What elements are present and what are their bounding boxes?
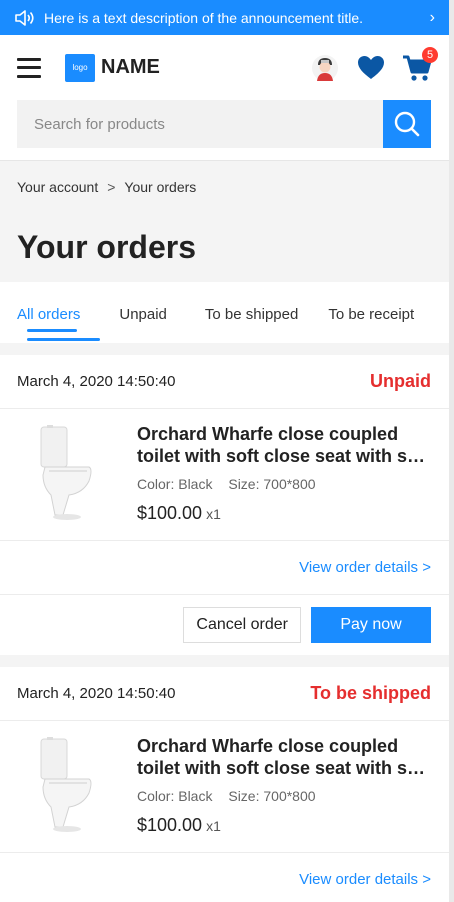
product-name[interactable]: Orchard Wharfe close coupled toilet with… [137,423,431,467]
order-date: March 4, 2020 14:50:40 [17,685,176,702]
cart-count-badge: 5 [422,46,438,63]
product-image[interactable] [17,423,117,523]
product-price-row: $100.00 x1 [137,503,431,524]
tab-to-be-shipped[interactable]: To be shipped [205,282,298,323]
order-status: To be shipped [310,683,431,703]
title-block: Your orders [0,212,449,282]
search-button[interactable] [383,100,431,148]
tab-all-orders[interactable]: All orders [17,282,101,341]
order-item[interactable]: Orchard Wharfe close coupled toilet with… [0,721,449,853]
pay-now-button[interactable]: Pay now [311,607,431,643]
brand-name[interactable]: NAME [101,56,294,79]
order-card: March 4, 2020 14:50:40 To be shipped Orc… [0,667,449,902]
product-name[interactable]: Orchard Wharfe close coupled toilet with… [137,735,431,779]
order-header: March 4, 2020 14:50:40 Unpaid [0,355,449,409]
search-icon [394,111,420,137]
menu-icon[interactable] [17,57,41,78]
order-tabs: All orders Unpaid To be shipped To be re… [0,282,449,343]
chevron-right-icon[interactable]: › [430,9,435,27]
order-date: March 4, 2020 14:50:40 [17,373,176,390]
page-title: Your orders [17,228,196,265]
cancel-order-button[interactable]: Cancel order [183,607,301,643]
breadcrumb-separator: > [107,178,116,195]
order-actions: Cancel order Pay now [0,595,449,655]
order-item[interactable]: Orchard Wharfe close coupled toilet with… [0,409,449,541]
breadcrumb: Your account > Your orders [0,160,449,212]
product-quantity: x1 [206,818,221,834]
view-order-details-link[interactable]: View order details > [0,541,449,595]
product-attributes: Color: Black Size: 700*800 [137,788,431,804]
product-price: $100.00 [137,503,203,523]
product-color: Color: Black [137,788,213,804]
order-card: March 4, 2020 14:50:40 Unpaid Orchard Wh… [0,355,449,655]
product-price-row: $100.00 x1 [137,815,431,836]
heart-icon[interactable] [356,53,386,83]
announcement-bar[interactable]: Here is a text description of the announ… [0,0,449,35]
search-input[interactable] [17,100,383,148]
breadcrumb-item-orders[interactable]: Your orders [124,179,196,195]
scrollbar[interactable] [449,0,454,902]
product-quantity: x1 [206,506,221,522]
breadcrumb-item-account[interactable]: Your account [17,179,98,195]
tab-unpaid[interactable]: Unpaid [119,282,167,323]
speaker-icon [14,9,36,27]
announcement-text: Here is a text description of the announ… [44,9,364,26]
tab-to-be-receipt[interactable]: To be receipt [328,282,414,323]
view-order-details-link[interactable]: View order details > [0,853,449,902]
product-image[interactable] [17,735,117,835]
product-price: $100.00 [137,815,203,835]
logo[interactable]: logo [65,53,95,82]
header: logo NAME 5 [0,35,449,100]
product-attributes: Color: Black Size: 700*800 [137,476,431,492]
order-header: March 4, 2020 14:50:40 To be shipped [0,667,449,721]
search-bar [0,100,449,160]
avatar-icon[interactable] [310,53,340,83]
order-status: Unpaid [370,371,431,391]
active-tab-indicator [27,329,77,332]
product-size: Size: 700*800 [228,476,316,492]
page: Here is a text description of the announ… [0,0,449,902]
cart-icon[interactable]: 5 [402,46,438,83]
product-size: Size: 700*800 [228,788,316,804]
product-color: Color: Black [137,476,213,492]
